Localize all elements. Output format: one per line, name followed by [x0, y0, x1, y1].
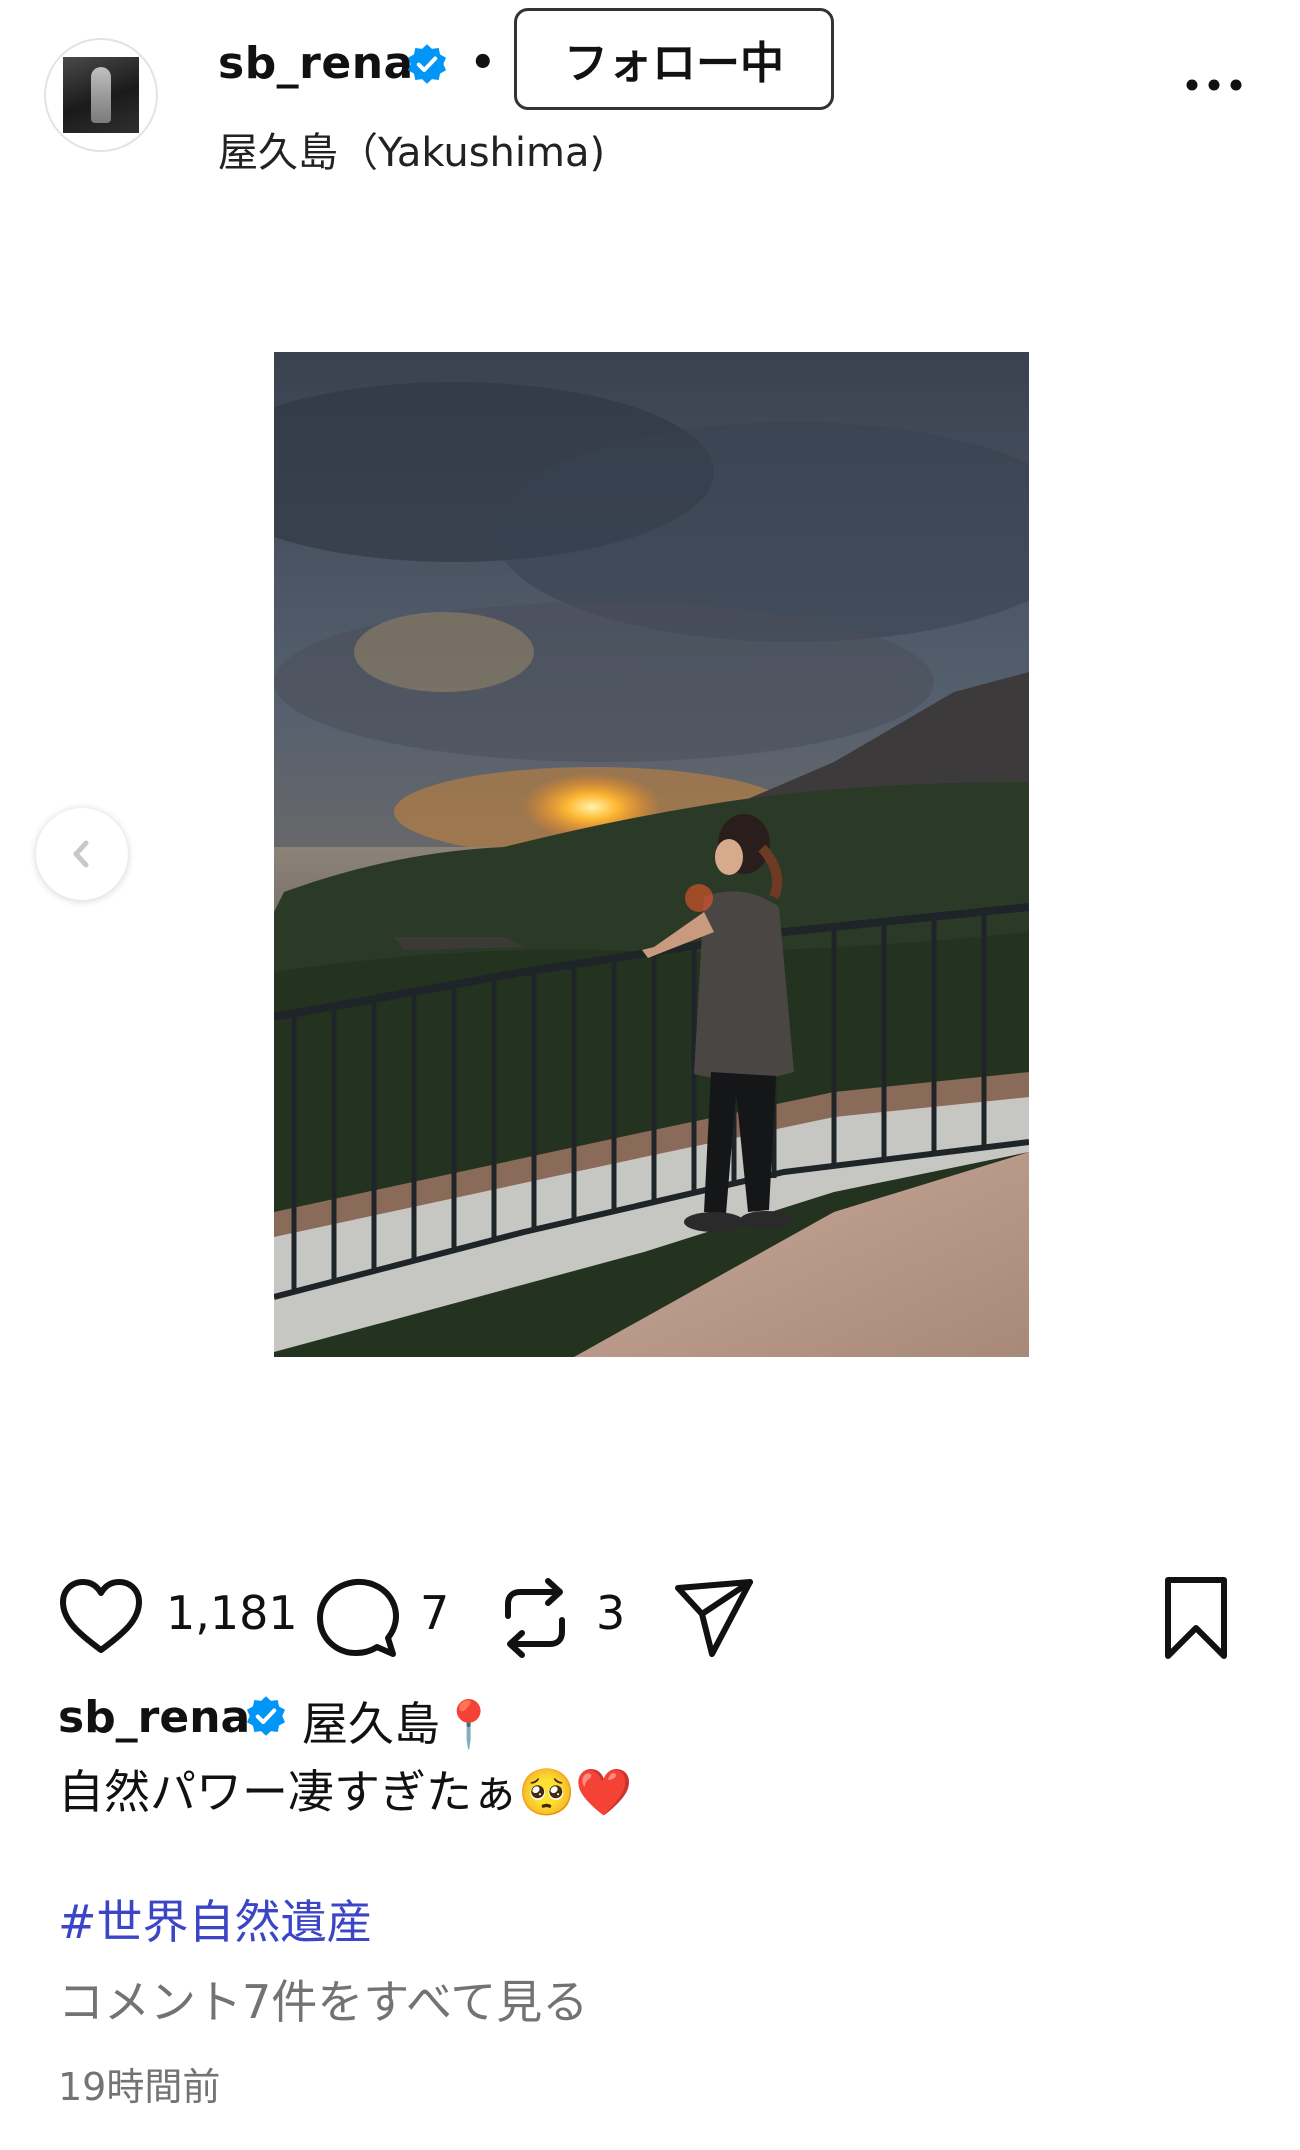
chevron-left-icon — [73, 840, 89, 868]
username[interactable]: sb_rena — [218, 38, 414, 89]
view-all-comments-link[interactable]: コメント7件をすべて見る — [58, 1966, 588, 2032]
hashtag-link[interactable]: #世界自然遺産 — [58, 1886, 373, 1952]
carousel-prev-button[interactable] — [36, 808, 128, 900]
avatar-image — [63, 57, 139, 133]
bookmark-icon[interactable] — [1160, 1574, 1232, 1664]
comments-count[interactable]: 7 — [420, 1586, 449, 1640]
separator-dot: • — [470, 40, 496, 86]
reposts-count[interactable]: 3 — [596, 1586, 625, 1640]
verified-badge-icon — [407, 44, 447, 84]
caption-text: 自然パワー凄すぎたぁ🥺❤️ — [58, 1765, 633, 1819]
share-icon[interactable] — [672, 1576, 756, 1660]
caption-verified-badge-icon — [246, 1696, 286, 1736]
avatar-figure — [91, 67, 111, 123]
post-timestamp: 19時間前 — [58, 2065, 221, 2109]
location-link[interactable]: 屋久島（Yakushima) — [218, 120, 605, 178]
post-photo[interactable] — [274, 352, 1029, 1357]
heart-icon[interactable] — [58, 1578, 144, 1656]
caption-location: 屋久島📍 — [302, 1697, 498, 1751]
avatar[interactable] — [44, 38, 158, 152]
repost-icon[interactable] — [498, 1576, 572, 1660]
likes-count[interactable]: 1,181 — [166, 1586, 298, 1640]
comment-icon[interactable] — [314, 1578, 400, 1660]
caption-username[interactable]: sb_rena — [58, 1692, 250, 1743]
more-options-icon[interactable] — [1184, 70, 1244, 100]
following-button[interactable]: フォロー中 — [514, 8, 834, 110]
